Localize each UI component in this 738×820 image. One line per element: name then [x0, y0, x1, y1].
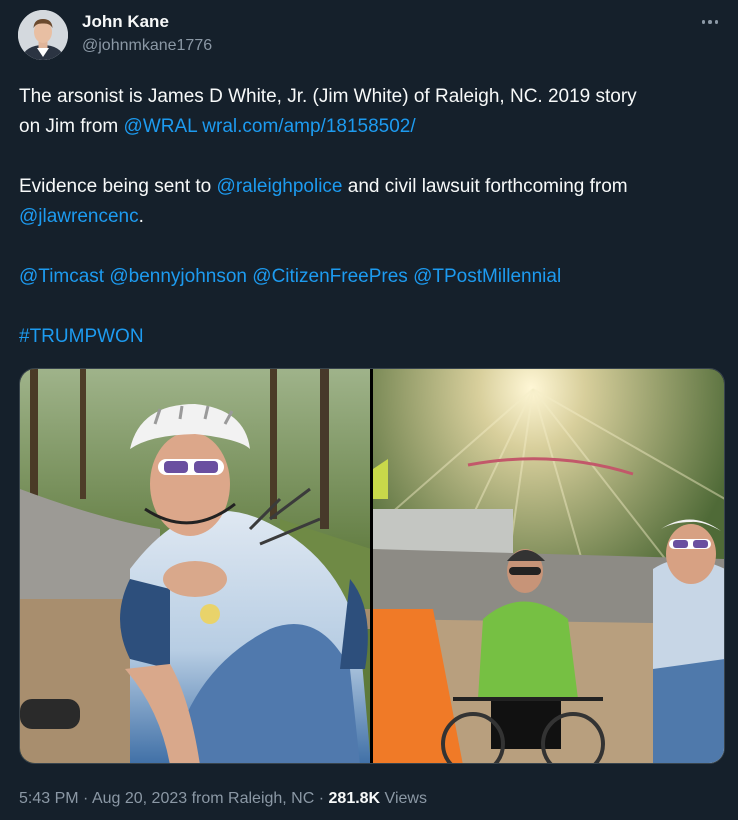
tweet-date[interactable]: Aug 20, 2023 — [92, 790, 187, 807]
author-handle[interactable]: @johnmkane1776 — [82, 35, 212, 57]
mention-wral[interactable]: @WRAL — [124, 116, 197, 137]
views-count: 281.8K — [328, 790, 381, 807]
mention-bennyjohnson[interactable]: @bennyjohnson — [109, 266, 247, 287]
footer-separator: · — [314, 790, 329, 807]
photo-image — [373, 369, 724, 763]
mention-timcast[interactable]: @Timcast — [19, 266, 104, 287]
more-dot — [701, 20, 706, 24]
more-horizontal-icon[interactable] — [696, 10, 724, 34]
photo-image — [20, 369, 370, 763]
mention-raleighpolice[interactable]: @raleighpolice — [217, 176, 343, 197]
tweet-location: from Raleigh, NC — [187, 790, 315, 807]
tweet-text-segment: on Jim from — [19, 116, 124, 137]
wral-link[interactable]: wral.com/amp/18158502/ — [202, 116, 415, 137]
tweet-text-segment: . — [138, 206, 144, 227]
tweet-text: The arsonist is James D White, Jr. (Jim … — [19, 82, 725, 352]
tweet-text-segment: Evidence being sent to — [19, 176, 217, 197]
media-grid — [19, 368, 725, 764]
mentions-line: @Timcast @bennyjohnson @CitizenFreePres … — [19, 262, 725, 292]
tweet-text-line: Evidence being sent to @raleighpolice an… — [19, 172, 725, 202]
cyclist-closeup-photo[interactable] — [20, 369, 370, 763]
avatar[interactable] — [18, 10, 68, 60]
tweet-time[interactable]: 5:43 PM — [19, 790, 79, 807]
hashtag-line: #TRUMPWON — [19, 322, 725, 352]
cyclists-group-photo[interactable] — [373, 369, 724, 763]
author-display-name[interactable]: John Kane — [82, 11, 212, 33]
tweet-text-segment: and civil lawsuit forthcoming from — [342, 176, 628, 197]
mention-jlawrencenc[interactable]: @jlawrencenc — [19, 206, 139, 227]
author-names: John Kane @johnmkane1776 — [82, 11, 212, 57]
footer-separator: · — [78, 790, 92, 807]
tweet-text-segment: The arsonist is James D White, Jr. (Jim … — [19, 86, 637, 107]
tweet-text-line: The arsonist is James D White, Jr. (Jim … — [19, 82, 725, 112]
tweet: John Kane @johnmkane1776 The arsonist is… — [0, 0, 738, 820]
avatar-icon — [18, 10, 68, 60]
more-dot — [708, 20, 712, 24]
tweet-text-line: on Jim from @WRAL wral.com/amp/18158502/ — [19, 112, 725, 142]
views-label: Views — [380, 790, 427, 807]
hashtag-trumpwon[interactable]: #TRUMPWON — [19, 326, 144, 347]
tweet-header: John Kane @johnmkane1776 — [18, 8, 726, 62]
tweet-text-line: @jlawrencenc. — [19, 202, 725, 232]
more-dot — [714, 20, 719, 24]
mention-citizenfreepres[interactable]: @CitizenFreePres — [252, 266, 408, 287]
mention-tpostmillennial[interactable]: @TPostMillennial — [413, 266, 561, 287]
tweet-footer: 5:43 PM · Aug 20, 2023 from Raleigh, NC … — [19, 787, 427, 811]
